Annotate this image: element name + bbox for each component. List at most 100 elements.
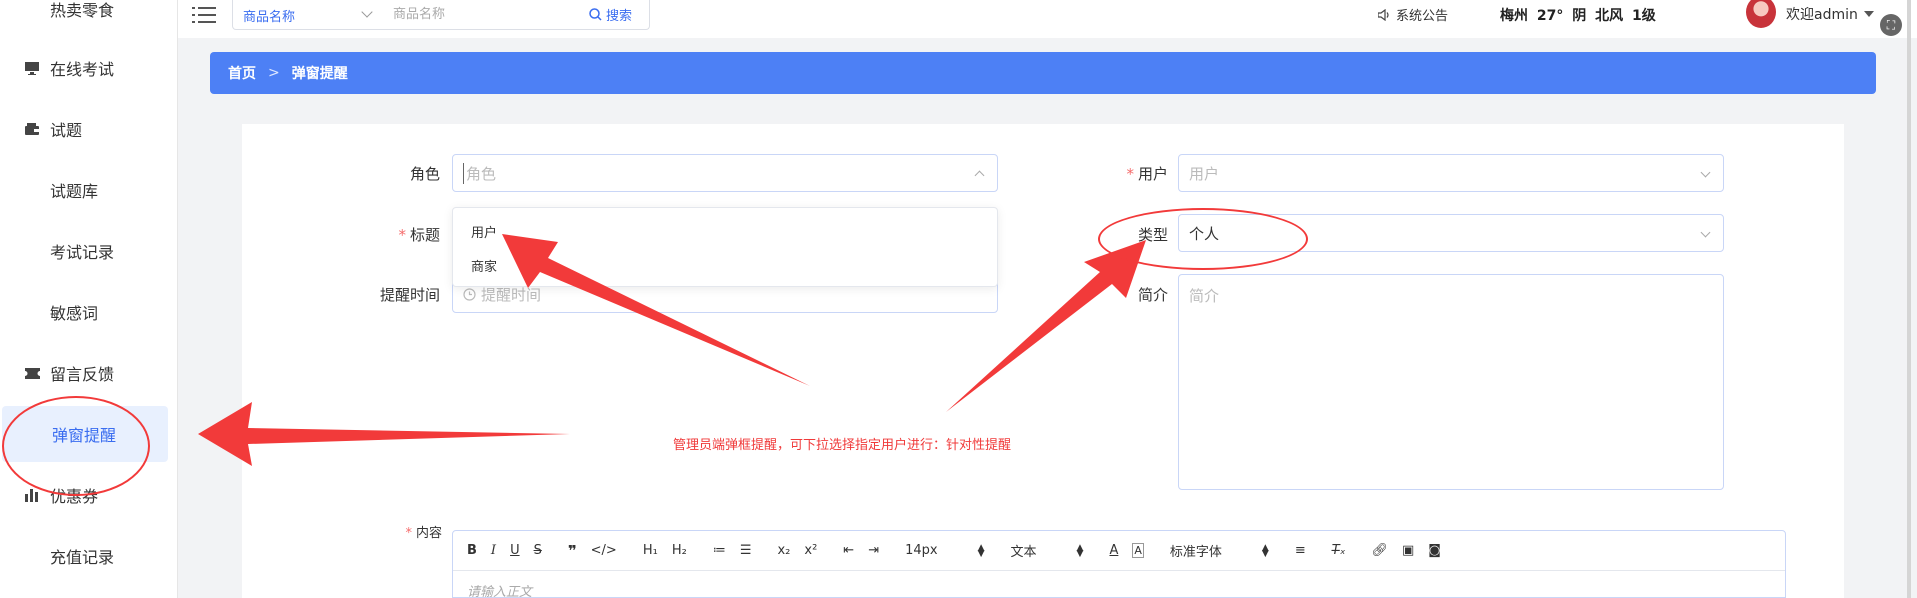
sidebar-item-label: 热卖零食: [50, 1, 115, 20]
search-category-select[interactable]: 商品名称: [243, 6, 295, 25]
content-label: * 内容: [405, 526, 442, 541]
grid-icon: [24, 1, 40, 17]
font-color-icon[interactable]: A: [1109, 543, 1118, 558]
grid9-icon: [24, 182, 40, 198]
font-size-select[interactable]: 14px ▲ ▼: [905, 543, 984, 558]
breadcrumb-current: 弹窗提醒: [291, 66, 348, 82]
bullet-list-icon[interactable]: ☰: [740, 543, 752, 558]
sidebar-item-label: 考试记录: [50, 243, 115, 262]
sidebar-item-label: 充值记录: [50, 548, 115, 567]
search-icon: [589, 8, 602, 21]
heading2-icon[interactable]: H₂: [672, 543, 687, 558]
grid-icon: [24, 304, 40, 320]
system-notice-label: 系统公告: [1396, 9, 1449, 24]
updown-icon: ▲ ▼: [1261, 542, 1269, 559]
bold-icon[interactable]: B: [467, 543, 477, 558]
user-menu[interactable]: 欢迎admin: [1786, 4, 1874, 24]
intro-placeholder: 简介: [1189, 287, 1220, 305]
scrollbar[interactable]: [1907, 0, 1911, 598]
sidebar-item-recharge-records[interactable]: 充值记录: [0, 528, 166, 584]
editor-placeholder: 请输入正文: [467, 585, 533, 598]
outdent-icon[interactable]: ⇤: [843, 543, 854, 558]
indent-icon[interactable]: ⇥: [868, 543, 879, 558]
sidebar-item-label: 在线考试: [50, 60, 115, 79]
chevron-down-icon[interactable]: [361, 6, 373, 18]
grid-icon: [24, 548, 40, 564]
sidebar-item-label: 敏感词: [50, 304, 99, 323]
search-input[interactable]: [393, 3, 583, 25]
font-size-value: 14px: [905, 543, 938, 558]
annotation-text: 管理员端弹框提醒，可下拉选择指定用户进行：针对性提醒: [673, 438, 1012, 453]
sidebar-item-online-exam[interactable]: 在线考试: [0, 40, 166, 96]
search-button-label: 搜索: [606, 9, 633, 24]
wallet-icon: [24, 121, 40, 137]
intro-label: 简介: [1137, 286, 1168, 304]
role-option-merchant[interactable]: 商家: [471, 256, 497, 275]
ticket-icon: [24, 365, 40, 381]
sidebar-item-feedback[interactable]: 留言反馈: [0, 345, 166, 401]
superscript-icon[interactable]: x²: [804, 543, 817, 558]
menu-toggle-icon[interactable]: [192, 4, 216, 26]
block-type-select[interactable]: 文本 ▲ ▼: [1011, 541, 1084, 560]
role-dropdown: 用户 商家: [452, 207, 998, 287]
weather-info: 梅州 27° 阴 北风 1级: [1500, 8, 1656, 24]
underline-icon[interactable]: U: [510, 543, 520, 558]
search-button[interactable]: 搜索: [589, 5, 632, 24]
speaker-icon: [1378, 8, 1389, 21]
updown-icon: ▲ ▼: [1076, 542, 1084, 559]
heading1-icon[interactable]: H₁: [643, 543, 658, 558]
sidebar-item-hot-snacks[interactable]: 热卖零食: [0, 0, 166, 37]
quote-icon[interactable]: ❞: [568, 542, 577, 560]
user-label: * 用户: [1126, 165, 1168, 183]
sidebar-item-label: 留言反馈: [50, 365, 115, 384]
ordered-list-icon[interactable]: ≔: [713, 543, 726, 558]
top-bar: 商品名称 搜索 系统公告 梅州 27° 阴 北风 1级 欢迎admin: [178, 0, 1917, 38]
monitor-icon: [24, 60, 40, 76]
link-icon[interactable]: 🔗︎: [1371, 543, 1388, 558]
avatar[interactable]: [1746, 0, 1776, 28]
italic-icon[interactable]: I: [491, 543, 496, 558]
bar-chart-icon: [24, 487, 40, 503]
system-notice[interactable]: 系统公告: [1378, 5, 1448, 24]
updown-icon: ▲ ▼: [977, 542, 985, 559]
code-icon[interactable]: </>: [591, 543, 617, 558]
user-select[interactable]: 用户: [1178, 154, 1724, 192]
font-family-value: 标准字体: [1169, 545, 1222, 560]
role-placeholder: 角色: [463, 162, 496, 184]
sidebar-item-sensitive-words[interactable]: 敏感词: [0, 284, 166, 340]
breadcrumb-separator: >: [268, 65, 280, 81]
remind-time-label: 提醒时间: [379, 286, 440, 304]
chevron-down-icon: [1700, 167, 1711, 178]
grid-icon: [24, 243, 40, 259]
breadcrumb-home[interactable]: 首页: [228, 63, 256, 83]
annotation-circle-type: [1098, 208, 1308, 270]
block-type-value: 文本: [1010, 545, 1037, 560]
role-label: 角色: [409, 165, 440, 183]
chevron-down-icon: [1700, 227, 1711, 238]
subscript-icon[interactable]: x₂: [777, 543, 790, 558]
font-family-select[interactable]: 标准字体 ▲ ▼: [1170, 541, 1269, 560]
sidebar-item-questions[interactable]: 试题: [0, 101, 166, 157]
welcome-text: 欢迎admin: [1786, 7, 1858, 23]
caret-down-icon: [1863, 11, 1874, 17]
background-color-icon[interactable]: A: [1132, 543, 1144, 558]
breadcrumb: 首页 > 弹窗提醒: [210, 52, 1876, 94]
sidebar-item-label: 试题库: [50, 182, 99, 201]
sidebar-item-exam-records[interactable]: 考试记录: [0, 223, 166, 279]
search-bar: 商品名称 搜索: [232, 0, 650, 30]
clear-format-icon[interactable]: T̶ₓ: [1332, 543, 1346, 558]
align-icon[interactable]: ≡: [1295, 543, 1306, 558]
role-option-user[interactable]: 用户: [471, 222, 497, 241]
chevron-up-icon: [974, 170, 985, 181]
editor-toolbar: B I U S ❞ </> H₁ H₂ ≔ ☰ x₂ x² ⇤ ⇥ 14px ▲ ▼…: [453, 531, 1785, 571]
sidebar-item-question-bank[interactable]: 试题库: [0, 162, 166, 218]
strike-icon[interactable]: S: [534, 543, 542, 558]
fullscreen-icon[interactable]: ⛶: [1880, 14, 1902, 36]
clock-icon: [463, 287, 476, 301]
rich-text-editor[interactable]: B I U S ❞ </> H₁ H₂ ≔ ☰ x₂ x² ⇤ ⇥ 14px ▲ ▼…: [452, 530, 1786, 598]
role-select[interactable]: 角色: [452, 154, 998, 192]
image-icon[interactable]: ▣: [1402, 543, 1414, 558]
intro-textarea[interactable]: 简介: [1178, 274, 1724, 490]
sidebar: 热卖零食 在线考试 试题 试题库 考试记录 敏感词 留言反馈 弹窗提醒 优惠券 …: [0, 0, 178, 598]
save-icon[interactable]: ◙: [1428, 543, 1441, 558]
